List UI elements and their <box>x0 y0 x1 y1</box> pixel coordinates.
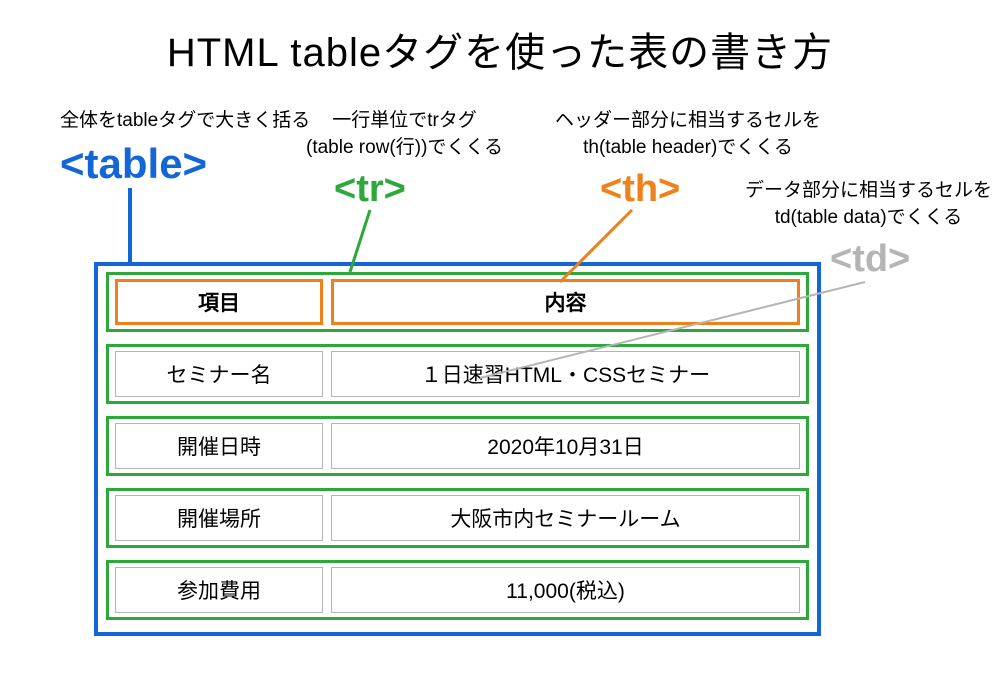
th-cell: 内容 <box>331 279 800 325</box>
annotation-td-line2: td(table data)でくくる <box>775 207 963 228</box>
td-cell: 開催場所 <box>115 495 323 541</box>
annotation-table: 全体をtableタグで大きく括る <box>60 108 310 135</box>
td-cell: 参加費用 <box>115 567 323 613</box>
td-cell: セミナー名 <box>115 351 323 397</box>
annotation-th-line2: th(table header)でくくる <box>583 137 793 158</box>
tag-td-label: <td> <box>830 238 910 281</box>
annotation-tr-line2: (table row(行))でくくる <box>306 137 503 158</box>
td-cell: １日速習HTML・CSSセミナー <box>331 351 800 397</box>
table-outline: 項目 内容 セミナー名 １日速習HTML・CSSセミナー 開催日時 2020年1… <box>94 262 821 636</box>
td-cell: 大阪市内セミナールーム <box>331 495 800 541</box>
annotation-tr: 一行単位でtrタグ (table row(行))でくくる <box>306 108 503 161</box>
table-header-row: 項目 内容 <box>106 272 809 332</box>
th-cell: 項目 <box>115 279 323 325</box>
annotation-tr-line1: 一行単位でtrタグ <box>332 110 477 131</box>
page-title: HTML tableタグを使った表の書き方 <box>0 0 1000 78</box>
td-cell: 開催日時 <box>115 423 323 469</box>
td-cell: 2020年10月31日 <box>331 423 800 469</box>
tag-th-label: <th> <box>600 168 680 211</box>
table-row: 開催日時 2020年10月31日 <box>106 416 809 476</box>
tag-table-label: <table> <box>60 140 207 188</box>
annotation-th: ヘッダー部分に相当するセルを th(table header)でくくる <box>555 108 821 161</box>
annotation-td: データ部分に相当するセルを td(table data)でくくる <box>745 178 992 231</box>
table-row: 参加費用 11,000(税込) <box>106 560 809 620</box>
annotation-th-line1: ヘッダー部分に相当するセルを <box>555 110 821 131</box>
table-row: セミナー名 １日速習HTML・CSSセミナー <box>106 344 809 404</box>
tag-tr-label: <tr> <box>334 168 406 211</box>
annotation-td-line1: データ部分に相当するセルを <box>745 180 992 201</box>
table-row: 開催場所 大阪市内セミナールーム <box>106 488 809 548</box>
td-cell: 11,000(税込) <box>331 567 800 613</box>
